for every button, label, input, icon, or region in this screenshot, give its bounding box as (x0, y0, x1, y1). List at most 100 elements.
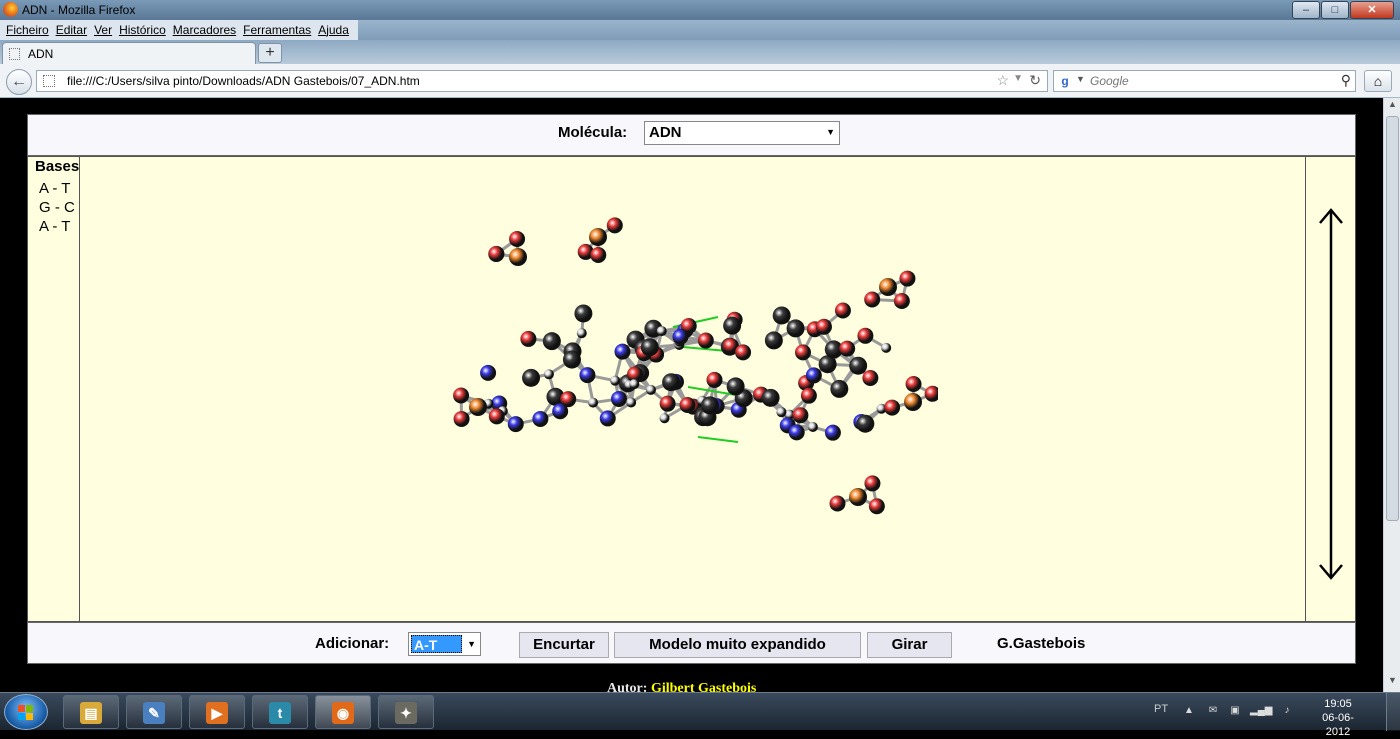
carbon-atom (574, 304, 592, 322)
gimp-icon: ✦ (395, 702, 417, 724)
media-player-icon: ▶ (206, 702, 228, 724)
menu-tools[interactable]: Ferramentas (243, 23, 311, 37)
close-button[interactable]: ✕ (1350, 1, 1394, 19)
nitrogen-atom (614, 344, 630, 360)
molecule-select-value: ADN (649, 124, 682, 141)
oxygen-atom (801, 388, 817, 404)
carbon-atom (701, 396, 719, 414)
oxygen-atom (520, 331, 536, 347)
nitrogen-atom (552, 403, 568, 419)
oxygen-atom (707, 372, 723, 388)
new-tab-button[interactable]: + (258, 43, 282, 63)
tab-adn[interactable]: ADN (2, 42, 256, 64)
taskbar-media-player[interactable]: ▶ (189, 695, 245, 729)
site-identity-icon[interactable] (43, 75, 55, 87)
menu-file[interactable]: Ficheiro (6, 23, 49, 37)
carbon-atom (830, 380, 848, 398)
dna-molecule-model[interactable] (438, 197, 938, 557)
show-hidden-icons-icon[interactable]: ▲ (1182, 705, 1196, 717)
oxygen-atom (509, 231, 525, 247)
expanded-model-button[interactable]: Modelo muito expandido (614, 632, 861, 658)
hydrogen-atom (646, 385, 656, 395)
bookmark-star-icon[interactable]: ☆ (996, 72, 1009, 89)
phosphorus-atom (509, 248, 527, 266)
nitrogen-atom (789, 424, 805, 440)
molecule-label: Molécula: (558, 124, 627, 141)
menu-edit[interactable]: Editar (56, 23, 87, 37)
reload-icon[interactable]: ↻ (1029, 72, 1041, 89)
hydrogen-atom (626, 398, 636, 408)
oxygen-atom (660, 396, 676, 412)
nitrogen-atom (532, 411, 548, 427)
taskbar-windows-explorer[interactable]: ▤ (63, 695, 119, 729)
author-code: G.Gastebois (997, 635, 1085, 652)
network-signal-icon[interactable]: ▂▄▆ (1250, 705, 1264, 717)
url-history-dropdown-icon[interactable]: ▼ (1013, 73, 1023, 84)
oxygen-atom (792, 407, 808, 423)
back-button[interactable]: ← (6, 69, 32, 95)
minimize-button[interactable]: – (1292, 1, 1320, 19)
add-base-select[interactable]: A-T ▼ (408, 632, 481, 656)
add-base-select-value: A-T (411, 635, 462, 653)
page-icon (9, 48, 20, 60)
author-link[interactable]: Gilbert Gastebois (651, 681, 756, 692)
vertical-scroll-arrow-icon[interactable] (1306, 157, 1356, 621)
carbon-atom (787, 319, 805, 337)
scroll-down-icon[interactable]: ▼ (1384, 675, 1400, 691)
scroll-thumb[interactable] (1386, 116, 1399, 521)
engine-dropdown-icon[interactable]: ▼ (1076, 74, 1085, 84)
hydrogen-atom (577, 328, 587, 338)
oxygen-atom (869, 498, 885, 514)
rotate-button[interactable]: Girar (867, 632, 952, 658)
scroll-control-column[interactable] (1305, 157, 1355, 621)
google-engine-icon[interactable]: g (1058, 74, 1072, 88)
search-bar[interactable]: g ▼ Google ⚲ (1053, 70, 1356, 92)
menu-history[interactable]: Histórico (119, 23, 166, 37)
taskbar-gimp[interactable]: ✦ (378, 695, 434, 729)
search-icon[interactable]: ⚲ (1341, 72, 1351, 89)
device-icon[interactable]: ▣ (1228, 705, 1242, 717)
window-controls: – □ ✕ (1291, 1, 1394, 19)
volume-icon[interactable]: ♪ (1280, 705, 1294, 717)
menu-help[interactable]: Ajuda (318, 23, 349, 37)
menu-view[interactable]: Ver (94, 23, 112, 37)
oxygen-atom (857, 328, 873, 344)
clock-time: 19:05 (1310, 697, 1366, 711)
clock-date: 06-06-2012 (1310, 711, 1366, 739)
show-desktop-button[interactable] (1386, 693, 1400, 731)
start-button[interactable] (4, 694, 48, 730)
hydrogen-atom (881, 343, 891, 353)
language-indicator[interactable]: PT (1154, 703, 1168, 715)
taskbar-paint[interactable]: ✎ (126, 695, 182, 729)
carbon-atom (723, 317, 741, 335)
clock[interactable]: 19:05 06-06-2012 (1310, 697, 1366, 739)
taskbar-tumblr[interactable]: t (252, 695, 308, 729)
taskbar: ▤✎▶t◉✦ PT ▲ ✉ ▣ ▂▄▆ ♪ 19:05 06-06-2012 (0, 692, 1400, 730)
hydrogen-atom (544, 369, 554, 379)
url-bar[interactable]: file:///C:/Users/silva pinto/Downloads/A… (36, 70, 1048, 92)
shorten-button[interactable]: Encurtar (519, 632, 609, 658)
maximize-button[interactable]: □ (1321, 1, 1349, 19)
phosphorus-atom (469, 398, 487, 416)
mail-icon[interactable]: ✉ (1206, 705, 1220, 717)
home-icon: ⌂ (1374, 73, 1382, 89)
home-button[interactable]: ⌂ (1364, 70, 1392, 92)
tumblr-icon: t (269, 702, 291, 724)
molecule-select[interactable]: ADN ▼ (644, 121, 840, 145)
menubar: Ficheiro Editar Ver Histórico Marcadores… (0, 20, 1400, 40)
nitrogen-atom (825, 425, 841, 441)
menu-bookmarks[interactable]: Marcadores (173, 23, 236, 37)
taskbar-firefox[interactable]: ◉ (315, 695, 371, 729)
search-placeholder[interactable]: Google (1090, 74, 1129, 88)
page-scrollbar[interactable]: ▲ ▼ (1383, 98, 1400, 692)
phosphorus-atom (904, 393, 922, 411)
oxygen-atom (735, 344, 751, 360)
phosphorus-atom (589, 228, 607, 246)
oxygen-atom (454, 411, 470, 427)
carbon-atom (563, 351, 581, 369)
oxygen-atom (899, 271, 915, 287)
url-text[interactable]: file:///C:/Users/silva pinto/Downloads/A… (67, 74, 420, 88)
molecule-viewer[interactable]: Bases A - T G - C A - T (27, 156, 1356, 622)
scroll-up-icon[interactable]: ▲ (1384, 99, 1400, 115)
base-pair-item: A - T (39, 218, 70, 235)
